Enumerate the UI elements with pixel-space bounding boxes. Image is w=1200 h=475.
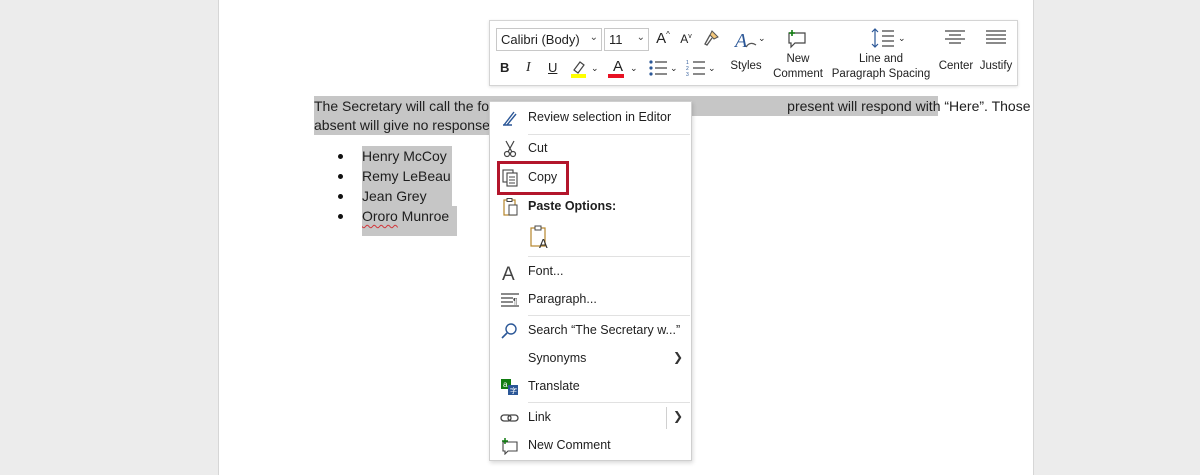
format-painter-icon[interactable] [702, 29, 720, 47]
chevron-down-icon[interactable]: ⌄ [630, 63, 638, 74]
editor-pen-icon [503, 111, 517, 126]
font-color-bar [608, 74, 624, 78]
chevron-down-icon: ⌄ [589, 32, 598, 43]
menu-item-paragraph[interactable]: ¶ Paragraph... [490, 287, 691, 313]
svg-text:A: A [734, 30, 748, 52]
font-name-select[interactable]: Calibri (Body) ⌄ [496, 28, 602, 51]
justify-label[interactable]: Justify [978, 59, 1014, 74]
justify-icon[interactable] [985, 29, 1007, 47]
link-icon [500, 414, 519, 422]
svg-text:A: A [539, 236, 548, 250]
misspelled-word: Ororo [362, 208, 398, 224]
styles-icon[interactable]: A [734, 27, 760, 53]
mini-toolbar: Calibri (Body) ⌄ 11 ⌄ A^ Av A ⌄ ⌄ B I U ⌄ … [489, 20, 1018, 86]
numbering-icon[interactable]: 123 [686, 59, 706, 77]
translate-icon: a 字 [501, 379, 518, 395]
highlight-icon[interactable] [570, 59, 588, 79]
chevron-down-icon[interactable]: ⌄ [758, 33, 766, 44]
svg-text:A: A [502, 264, 515, 281]
bold-button[interactable]: B [500, 60, 509, 75]
chevron-right-icon[interactable]: ❯ [673, 409, 683, 423]
clipboard-icon [503, 198, 518, 216]
chevron-down-icon: ⌄ [636, 32, 645, 43]
chevron-down-icon[interactable]: ⌄ [708, 63, 716, 74]
bullets-icon[interactable] [648, 59, 668, 77]
svg-text:a: a [503, 380, 508, 389]
paragraph-icon: ¶ [501, 293, 519, 307]
svg-text:¶: ¶ [513, 297, 517, 306]
menu-item-translate[interactable]: a 字 Translate [490, 374, 691, 400]
menu-separator [528, 315, 690, 316]
menu-item-link[interactable]: Link ❯ [490, 405, 691, 431]
chevron-down-icon[interactable]: ⌄ [670, 63, 678, 74]
context-menu: Review selection in Editor Cut Copy Past… [489, 101, 692, 461]
align-center-icon[interactable] [944, 29, 966, 47]
submenu-divider [666, 407, 667, 429]
svg-text:字: 字 [510, 386, 517, 395]
menu-item-search[interactable]: Search “The Secretary w...” [490, 318, 691, 344]
menu-separator [528, 256, 690, 257]
line-spacing-label-2[interactable]: Paragraph Spacing [830, 67, 932, 82]
scissors-icon [503, 140, 517, 158]
grow-font-button[interactable]: A^ [654, 30, 672, 47]
shrink-font-button[interactable]: Av [678, 32, 694, 46]
svg-text:3: 3 [686, 72, 689, 77]
menu-item-review-editor[interactable]: Review selection in Editor [490, 105, 691, 131]
italic-button[interactable]: I [526, 60, 531, 76]
menu-item-synonyms[interactable]: Synonyms ❯ [490, 346, 691, 372]
line-spacing-label-1[interactable]: Line and [830, 52, 932, 67]
menu-separator [528, 134, 690, 135]
smart-lookup-icon [501, 323, 517, 339]
bullet-dot [338, 174, 343, 179]
line-spacing-icon[interactable] [870, 27, 900, 49]
new-comment-label-1[interactable]: New [770, 52, 826, 67]
new-comment-icon[interactable] [786, 27, 808, 49]
chevron-down-icon[interactable]: ⌄ [898, 33, 906, 44]
font-size-select[interactable]: 11 ⌄ [604, 28, 649, 51]
styles-label[interactable]: Styles [728, 59, 764, 74]
bullet-dot [338, 214, 343, 219]
font-icon: A [502, 264, 515, 281]
new-comment-label-2[interactable]: Comment [770, 67, 826, 82]
chevron-right-icon: ❯ [672, 350, 683, 364]
underline-button[interactable]: U [548, 60, 557, 75]
menu-item-cut[interactable]: Cut [490, 136, 691, 162]
menu-item-paste-options: Paste Options: [490, 194, 691, 220]
new-comment-icon [502, 438, 518, 455]
bullet-dot [338, 154, 343, 159]
paste-keep-text-only-icon[interactable]: A [528, 224, 552, 250]
chevron-down-icon[interactable]: ⌄ [591, 63, 599, 74]
menu-item-new-comment[interactable]: New Comment [490, 433, 691, 459]
bullet-dot [338, 194, 343, 199]
font-color-button[interactable]: A [609, 58, 627, 75]
copy-highlight-annotation [497, 161, 569, 195]
menu-separator [528, 402, 690, 403]
menu-item-font[interactable]: A Font... [490, 259, 691, 285]
paragraph-line-2: absent will give no response. [314, 115, 494, 135]
center-label[interactable]: Center [936, 59, 976, 74]
